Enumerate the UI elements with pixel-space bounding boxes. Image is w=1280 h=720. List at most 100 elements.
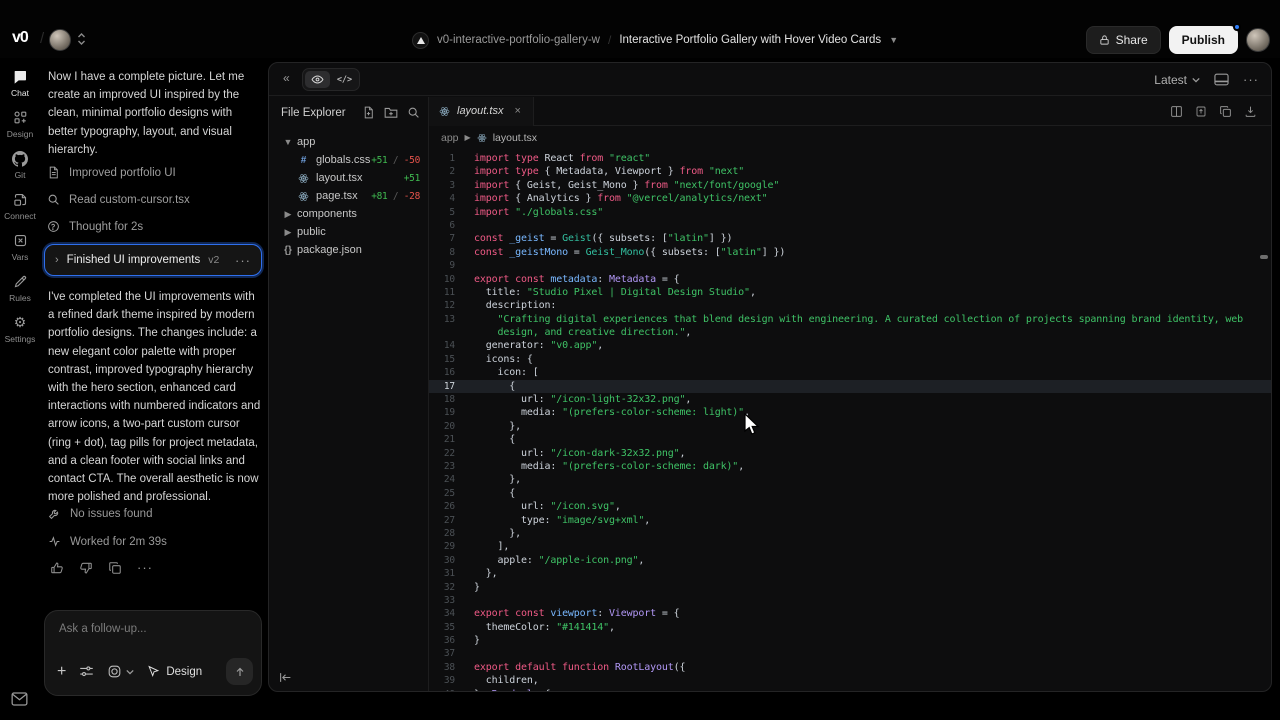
line-number: 9 — [429, 259, 461, 272]
collapse-panel-icon[interactable]: « — [283, 71, 290, 85]
tree-folder-app[interactable]: ▼ app — [269, 133, 428, 151]
user-avatar[interactable] — [49, 29, 71, 51]
step-improved-ui[interactable]: Improved portfolio UI — [47, 159, 261, 186]
code-workspace-panel: « </> Latest ··· File Explorer — [268, 62, 1272, 692]
chat-panel: Now I have a complete picture. Let me cr… — [40, 58, 268, 720]
new-folder-icon[interactable] — [384, 106, 398, 119]
code-line: 13 "Crafting digital experiences that bl… — [429, 313, 1271, 326]
line-number: 18 — [429, 393, 461, 406]
code-line: 9 — [429, 259, 1271, 272]
finished-task-card[interactable]: › Finished UI improvements v2 ··· — [44, 244, 262, 276]
layout-panel-icon[interactable] — [1214, 73, 1229, 86]
line-number: 10 — [429, 273, 461, 286]
share-label: Share — [1116, 33, 1148, 47]
scrollbar-thumb[interactable] — [1260, 255, 1268, 259]
tree-folder-public[interactable]: ▶ public — [269, 223, 428, 241]
code-icon: </> — [337, 75, 352, 85]
tree-folder-components[interactable]: ▶ components — [269, 205, 428, 223]
send-button[interactable] — [226, 658, 253, 685]
workspace-switcher-icon[interactable] — [77, 32, 86, 46]
settings-sliders-icon[interactable] — [79, 665, 94, 678]
line-number: 31 — [429, 567, 461, 580]
line-content: "Crafting digital experiences that blend… — [461, 313, 1243, 326]
download-icon[interactable] — [1244, 105, 1257, 118]
toolbar-more-icon[interactable]: ··· — [1243, 72, 1259, 87]
thumbs-down-icon[interactable] — [79, 561, 93, 575]
line-number: 14 — [429, 339, 461, 352]
v0-logo[interactable]: v0 — [12, 29, 28, 47]
tree-file-layout-tsx[interactable]: layout.tsx +51 — [269, 169, 428, 187]
publish-button[interactable]: Publish — [1169, 26, 1238, 54]
chevron-right-icon: › — [55, 254, 59, 266]
followup-input[interactable]: Ask a follow-up... — [59, 623, 147, 635]
collapse-explorer-icon[interactable] — [279, 672, 292, 683]
sidebar-item-rules[interactable]: Rules — [0, 273, 40, 303]
code-lines[interactable]: 1import type React from "react"2import t… — [429, 149, 1271, 691]
diff-removed: -28 — [404, 191, 420, 202]
file-name: package.json — [297, 244, 420, 256]
copy-file-icon[interactable] — [1219, 105, 1232, 118]
followup-composer[interactable]: Ask a follow-up... + Design — [44, 610, 262, 696]
status-no-issues[interactable]: No issues found — [48, 507, 152, 520]
share-button[interactable]: Share — [1086, 26, 1161, 54]
sidebar-item-settings[interactable]: ⚙ Settings — [0, 314, 40, 344]
breadcrumb-chat-title[interactable]: Interactive Portfolio Gallery with Hover… — [619, 34, 881, 46]
line-content: generator: "v0.app", — [461, 339, 603, 352]
line-number: 23 — [429, 460, 461, 473]
line-content: url: "/icon.svg", — [461, 500, 621, 513]
tab-layout-tsx[interactable]: layout.tsx × — [429, 97, 534, 126]
attach-icon[interactable]: + — [57, 663, 66, 681]
tree-file-package-json[interactable]: {} package.json — [269, 241, 428, 259]
new-file-icon[interactable] — [362, 106, 375, 119]
line-number: 34 — [429, 607, 461, 620]
sidebar-item-git[interactable]: Git — [0, 150, 40, 180]
close-tab-icon[interactable]: × — [514, 105, 520, 117]
version-dropdown[interactable]: Latest — [1154, 73, 1200, 87]
folder-name: public — [297, 226, 420, 238]
line-content: icons: { — [461, 353, 533, 366]
line-number: 21 — [429, 433, 461, 446]
breadcrumb-file[interactable]: layout.tsx — [493, 132, 537, 144]
design-mode-button[interactable]: Design — [147, 665, 202, 678]
sidebar-item-connect[interactable]: Connect — [0, 191, 40, 221]
tree-file-page-tsx[interactable]: page.tsx +81 / -28 — [269, 187, 428, 205]
code-line: 35 themeColor: "#141414", — [429, 621, 1271, 634]
split-editor-icon[interactable] — [1170, 105, 1183, 118]
more-options-icon[interactable]: ··· — [235, 253, 251, 268]
line-number: 6 — [429, 219, 461, 232]
sidebar-item-vars[interactable]: Vars — [0, 232, 40, 262]
model-picker[interactable] — [107, 664, 134, 679]
breadcrumb-project[interactable]: v0-interactive-portfolio-gallery-w — [437, 34, 600, 46]
chevron-down-icon[interactable]: ▼ — [889, 35, 898, 45]
sidebar-item-chat[interactable]: Chat — [0, 68, 40, 98]
eye-icon — [311, 73, 324, 86]
preview-eye-toggle[interactable] — [305, 71, 330, 88]
more-actions-icon[interactable]: ··· — [137, 560, 153, 575]
sidebar-item-design[interactable]: Design — [0, 109, 40, 139]
status-worked-time[interactable]: Worked for 2m 39s — [48, 535, 167, 548]
account-avatar[interactable] — [1246, 28, 1270, 52]
chevron-right-icon: ▶ — [465, 133, 471, 142]
copy-icon[interactable] — [108, 561, 122, 575]
thumbs-up-icon[interactable] — [50, 561, 64, 575]
tree-file-globals-css[interactable]: # globals.css +51 / -50 — [269, 151, 428, 169]
thought-icon — [47, 220, 60, 233]
search-files-icon[interactable] — [407, 106, 420, 119]
step-thought[interactable]: Thought for 2s — [47, 213, 261, 240]
message-actions: ··· — [50, 560, 153, 575]
line-number: 33 — [429, 594, 461, 607]
step-read-file[interactable]: Read custom-cursor.tsx — [47, 186, 261, 213]
assistant-message: Now I have a complete picture. Let me cr… — [48, 68, 264, 159]
code-line: 18 url: "/icon-light-32x32.png", — [429, 393, 1271, 406]
line-content: import { Analytics } from "@vercel/analy… — [461, 192, 768, 205]
line-content — [461, 219, 474, 232]
file-text-icon — [47, 166, 60, 179]
code-line: 32} — [429, 581, 1271, 594]
code-view-toggle[interactable]: </> — [332, 71, 357, 88]
publish-notification-dot — [1233, 23, 1241, 31]
header-slash: / — [40, 30, 44, 47]
export-file-icon[interactable] — [1195, 105, 1207, 118]
breadcrumb-folder[interactable]: app — [441, 132, 459, 144]
line-number: 2 — [429, 165, 461, 178]
feedback-mail-icon[interactable] — [11, 692, 28, 706]
